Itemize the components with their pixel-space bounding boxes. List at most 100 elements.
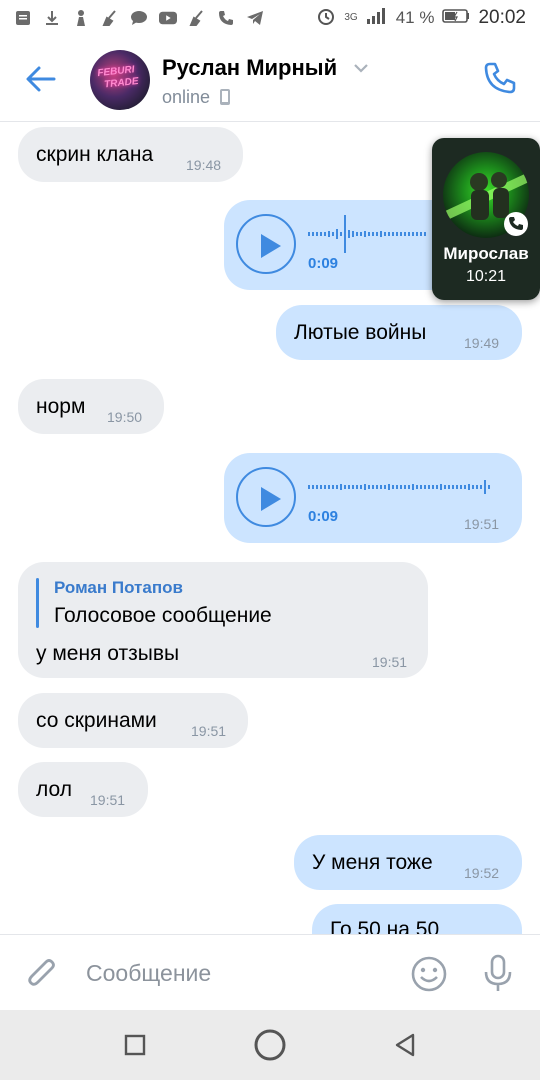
waveform-bar (464, 485, 466, 489)
voice-record-button[interactable] (480, 953, 516, 993)
waveform-bar (456, 485, 458, 489)
message-outgoing[interactable]: Го 50 на 50 (312, 904, 522, 934)
waveform-bar (364, 484, 366, 490)
voice-duration: 0:09 (308, 508, 339, 525)
waveform-bar (356, 232, 358, 236)
waveform-bar (328, 485, 330, 489)
message-time: 19:52 (464, 865, 500, 881)
voice-message-outgoing[interactable]: 0:09 19:51 (224, 453, 522, 543)
cleaner-icon (101, 9, 119, 27)
notification-icons (14, 9, 264, 27)
avatar[interactable]: FEBURI TRADE (90, 50, 150, 110)
waveform-bar (392, 232, 394, 236)
waveform-bar (432, 485, 434, 489)
waveform-bar (336, 229, 338, 239)
waveform-bar (376, 232, 378, 236)
message-incoming[interactable]: лол 19:51 (18, 762, 148, 817)
smile-icon (411, 956, 447, 992)
back-button[interactable] (24, 62, 58, 96)
waveform-bar (448, 485, 450, 489)
reply-author[interactable]: Роман Потапов (54, 578, 183, 598)
waveform-bar (348, 230, 350, 238)
waveform-bar (484, 480, 486, 494)
waveform-bar (332, 485, 334, 489)
square-icon (124, 1034, 146, 1056)
waveform-bar (364, 231, 366, 237)
waveform-bar (372, 232, 374, 236)
recents-button[interactable] (117, 1027, 153, 1063)
waveform-bar (348, 485, 350, 489)
message-time: 19:50 (107, 409, 143, 425)
waveform-bar (316, 485, 318, 489)
phone-icon (484, 62, 516, 94)
youtube-icon (159, 9, 177, 27)
message-time: 19:51 (90, 792, 126, 808)
waveform-bar (376, 485, 378, 489)
triangle-back-icon (395, 1033, 415, 1057)
message-time: 19:51 (464, 516, 500, 532)
waveform-bar (424, 485, 426, 489)
waveform-bar (416, 485, 418, 489)
waveform-bar (332, 232, 334, 236)
network-type: 3G (344, 12, 358, 23)
waveform-bar (320, 485, 322, 489)
chevron-down-icon[interactable] (352, 61, 370, 75)
message-incoming[interactable]: со скринами 19:51 (18, 693, 248, 748)
message-input[interactable] (86, 955, 386, 991)
waveform[interactable] (308, 214, 428, 254)
message-icon (14, 9, 32, 27)
home-button[interactable] (252, 1027, 288, 1063)
mobile-icon (220, 89, 231, 105)
waveform-bar (308, 232, 310, 236)
chat-header: FEBURI TRADE Руслан Мирный online (0, 36, 540, 122)
waveform-bar (408, 232, 410, 236)
waveform-bar (344, 485, 346, 489)
waveform-bar (312, 485, 314, 489)
waveform-bar (312, 232, 314, 236)
paperclip-icon (28, 959, 55, 986)
waveform-bar (336, 485, 338, 489)
waveform-bar (396, 232, 398, 236)
message-time: 19:51 (372, 654, 408, 670)
attach-button[interactable] (24, 953, 60, 993)
waveform-bar (384, 485, 386, 489)
waveform-bar (384, 232, 386, 236)
reply-text[interactable]: Голосовое сообщение (54, 604, 272, 628)
system-status: 3G 41 % 20:02 (316, 6, 526, 31)
battery-percent: 41 % (395, 8, 435, 27)
play-button[interactable] (236, 214, 296, 274)
emoji-button[interactable] (410, 955, 448, 993)
signal-icon (366, 7, 388, 30)
waveform-bar (360, 232, 362, 236)
waveform-bar (392, 485, 394, 489)
waveform-bar (444, 485, 446, 489)
vk-icon (72, 9, 90, 27)
waveform-bar (388, 232, 390, 236)
waveform-bar (476, 485, 478, 489)
waveform-bar (412, 232, 414, 236)
message-text: Го 50 на 50 (330, 918, 440, 934)
message-composer (0, 934, 540, 1010)
play-button[interactable] (236, 467, 296, 527)
message-text: со скринами (36, 709, 157, 732)
alarm-icon (316, 6, 336, 31)
waveform-bar (412, 484, 414, 490)
contact-name[interactable]: Руслан Мирный (162, 55, 337, 81)
microphone-icon (484, 954, 512, 991)
waveform-bar (380, 485, 382, 489)
message-incoming[interactable]: скрин клана 19:48 (18, 127, 243, 182)
message-incoming[interactable]: норм 19:50 (18, 379, 164, 434)
waveform-bar (324, 485, 326, 489)
waveform-bar (344, 215, 346, 253)
waveform-bar (428, 485, 430, 489)
system-nav-bar (0, 1010, 540, 1080)
active-call-widget[interactable]: Мирослав 10:21 (432, 138, 540, 300)
message-incoming-reply[interactable]: Роман Потапов Голосовое сообщение у меня… (18, 562, 428, 678)
waveform-bar (408, 485, 410, 489)
waveform[interactable] (308, 467, 498, 507)
call-button[interactable] (480, 58, 520, 98)
waveform-bar (488, 485, 490, 489)
message-outgoing[interactable]: Лютые войны 19:49 (276, 305, 522, 360)
message-outgoing[interactable]: У меня тоже 19:52 (294, 835, 522, 890)
back-nav-button[interactable] (387, 1027, 423, 1063)
